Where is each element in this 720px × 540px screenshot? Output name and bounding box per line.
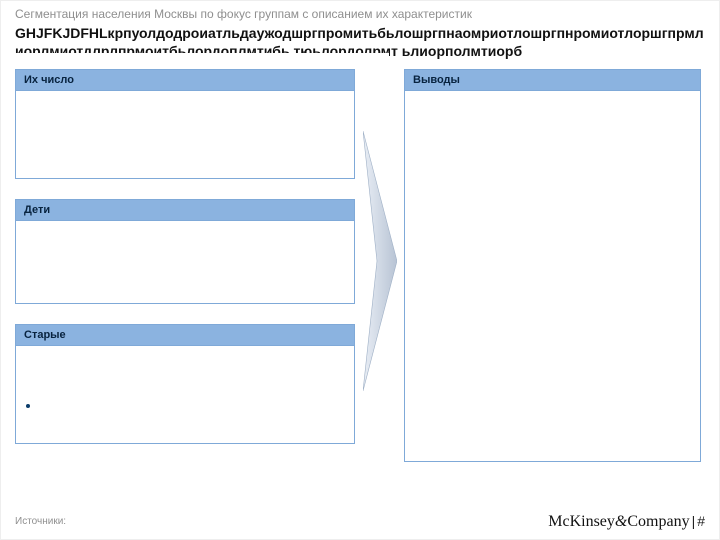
panel-body <box>16 346 354 443</box>
panel-body <box>16 221 354 303</box>
bullet-dot <box>26 404 30 408</box>
brand-footer: McKinsey&Company|# <box>548 513 705 531</box>
chevron-arrow <box>363 131 397 391</box>
panel-title: Выводы <box>405 70 700 91</box>
brand-name-b: Company <box>627 513 689 530</box>
panel-title: Дети <box>16 200 354 221</box>
panel-children: Дети <box>15 199 355 304</box>
ampersand-icon: & <box>615 513 627 530</box>
panel-title: Старые <box>16 325 354 346</box>
tracker-text: Сегментация населения Москвы по фокус гр… <box>15 7 705 21</box>
brand-name-a: McKinsey <box>548 513 615 530</box>
slide: Сегментация населения Москвы по фокус гр… <box>0 0 720 540</box>
source-label: Источники: <box>15 516 66 527</box>
panel-count: Их число <box>15 69 355 179</box>
panel-body <box>16 91 354 178</box>
panel-title: Их число <box>16 70 354 91</box>
left-column: Их число Дети Старые <box>15 69 355 444</box>
panel-conclusions: Выводы <box>404 69 701 462</box>
panel-elderly: Старые <box>15 324 355 444</box>
page-number: # <box>697 513 705 529</box>
